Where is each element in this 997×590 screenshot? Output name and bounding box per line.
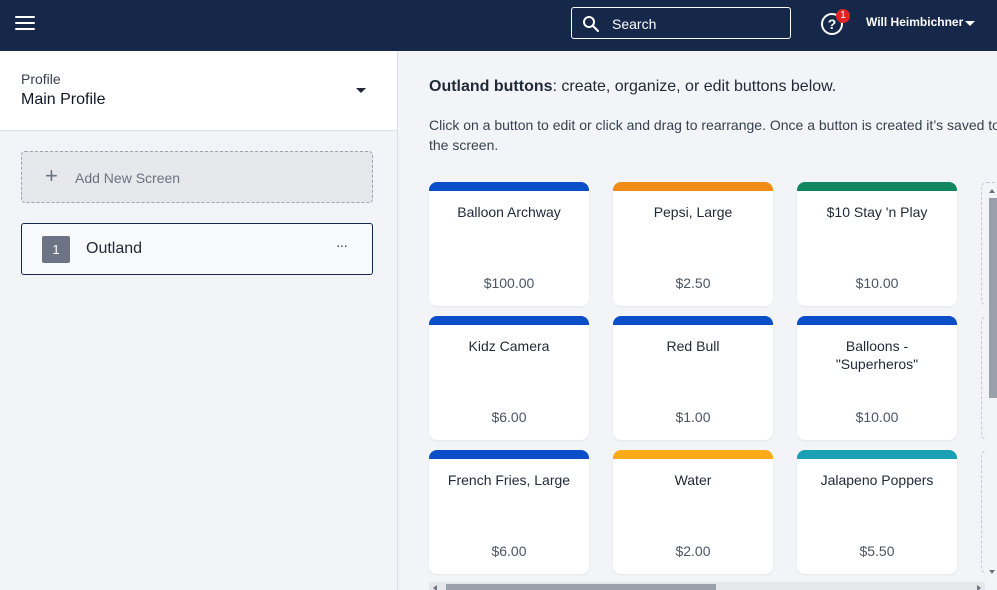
button-price: $10.00 <box>855 275 899 291</box>
button-card[interactable]: Balloon Archway $100.00 <box>429 182 589 306</box>
horizontal-scroll-thumb[interactable] <box>446 584 716 590</box>
button-card[interactable]: Red Bull $1.00 <box>613 316 773 440</box>
screen-name: Outland <box>86 240 143 257</box>
button-card[interactable]: Kidz Camera $6.00 <box>429 316 589 440</box>
page-description: Click on a button to edit or click and d… <box>429 117 997 153</box>
search-icon <box>583 16 599 32</box>
add-new-screen-label: Add New Screen <box>75 170 181 186</box>
search-box[interactable]: Search <box>571 7 791 39</box>
button-price: $6.00 <box>491 543 527 559</box>
scroll-up-icon[interactable] <box>989 189 995 193</box>
button-name: Pepsi, Large <box>653 204 733 220</box>
button-name: Water <box>674 472 712 488</box>
vertical-scrollbar[interactable] <box>986 189 997 579</box>
card-color-bar <box>613 316 773 325</box>
button-name: Balloons - "Superheros" <box>835 338 919 372</box>
card-color-bar <box>429 316 589 325</box>
card-color-bar <box>429 450 589 459</box>
button-card[interactable]: Balloons - "Superheros" $10.00 <box>797 316 957 440</box>
heading-bold: Outland buttons <box>429 78 553 95</box>
button-price: $6.00 <box>491 409 527 425</box>
profile-name: Main Profile <box>21 91 106 108</box>
button-name: Jalapeno Poppers <box>820 472 934 488</box>
chevron-down-icon <box>965 21 975 26</box>
profile-selector[interactable]: Profile Main Profile <box>0 51 397 131</box>
button-name: Kidz Camera <box>468 338 550 354</box>
screen-number: 1 <box>42 236 70 263</box>
button-card[interactable]: French Fries, Large $6.00 <box>429 450 589 574</box>
add-new-screen-button[interactable]: + Add New Screen <box>21 151 373 203</box>
more-options-icon[interactable]: ··· <box>336 237 348 253</box>
horizontal-scrollbar[interactable] <box>429 582 985 590</box>
vertical-scroll-thumb[interactable] <box>989 198 997 398</box>
button-price: $10.00 <box>855 409 899 425</box>
card-color-bar <box>429 182 589 191</box>
button-name: Red Bull <box>666 338 720 354</box>
plus-icon: + <box>45 163 58 188</box>
user-name: Will Heimbichner <box>866 15 964 29</box>
search-label: Search <box>612 16 657 32</box>
scroll-right-icon[interactable] <box>977 585 981 590</box>
top-navigation-bar: Search ? 1 Will Heimbichner <box>0 0 997 51</box>
button-name: $10 Stay 'n Play <box>826 204 928 220</box>
page-heading: Outland buttons: create, organize, or ed… <box>429 78 836 96</box>
button-price: $2.00 <box>675 543 711 559</box>
user-menu[interactable]: Will Heimbichner <box>866 15 975 29</box>
button-price: $2.50 <box>675 275 711 291</box>
notification-badge: 1 <box>836 9 850 23</box>
button-price: $1.00 <box>675 409 711 425</box>
profile-label: Profile <box>21 71 61 87</box>
scroll-left-icon[interactable] <box>433 585 437 590</box>
button-card[interactable]: Jalapeno Poppers $5.50 <box>797 450 957 574</box>
chevron-down-icon <box>356 88 366 93</box>
button-price: $100.00 <box>483 275 535 291</box>
button-name: Balloon Archway <box>457 204 561 220</box>
hamburger-menu-icon[interactable] <box>15 16 35 31</box>
card-color-bar <box>797 316 957 325</box>
card-color-bar <box>613 182 773 191</box>
screens-sidebar: Profile Main Profile + Add New Screen 1 … <box>0 51 398 590</box>
scroll-down-icon[interactable] <box>989 570 995 574</box>
button-name: French Fries, Large <box>447 472 571 488</box>
button-price: $5.50 <box>859 543 895 559</box>
heading-rest: : create, organize, or edit buttons belo… <box>552 78 837 95</box>
button-card[interactable]: Pepsi, Large $2.50 <box>613 182 773 306</box>
buttons-panel: Outland buttons: create, organize, or ed… <box>398 51 997 590</box>
card-color-bar <box>797 182 957 191</box>
button-card[interactable]: Water $2.00 <box>613 450 773 574</box>
card-color-bar <box>613 450 773 459</box>
screen-item-outland[interactable]: 1 Outland ··· <box>21 223 373 275</box>
button-card[interactable]: $10 Stay 'n Play $10.00 <box>797 182 957 306</box>
card-color-bar <box>797 450 957 459</box>
